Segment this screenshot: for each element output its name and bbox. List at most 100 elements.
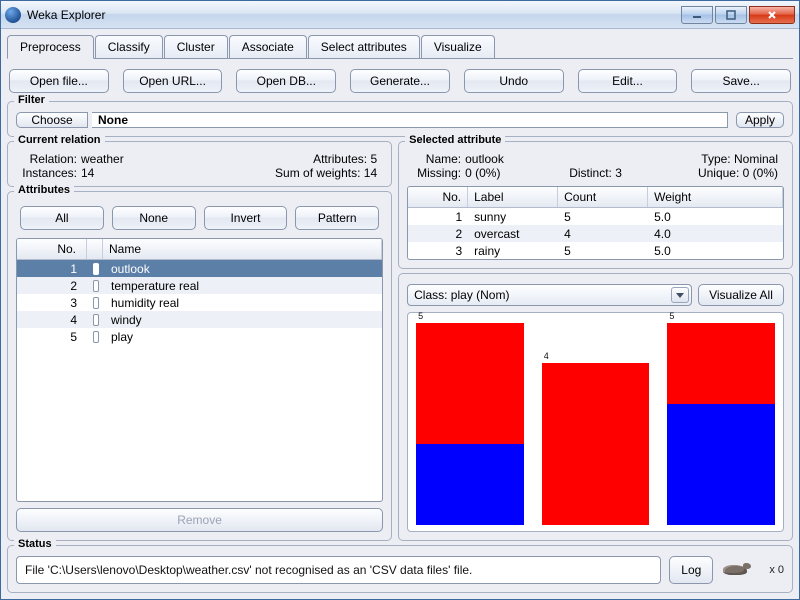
tab-preprocess[interactable]: Preprocess [7, 35, 94, 59]
attr-hdr-name[interactable]: Name [103, 239, 382, 259]
selattr-missing-v: 0 (0%) [465, 166, 500, 180]
histogram-bar-label: 5 [669, 312, 674, 321]
generate-button[interactable]: Generate... [350, 69, 450, 93]
top-buttons: Open file... Open URL... Open DB... Gene… [7, 65, 793, 97]
attr-row-name: outlook [105, 261, 382, 277]
selattr-row-count: 5 [558, 243, 648, 259]
selattr-row-weight: 4.0 [648, 226, 783, 242]
status-group: Status File 'C:\Users\lenovo\Desktop\wea… [7, 545, 793, 593]
tab-visualize[interactable]: Visualize [421, 35, 495, 58]
selattr-distinct-k: Distinct: [569, 166, 612, 180]
selattr-name-k: Name: [413, 152, 461, 166]
close-button[interactable] [749, 6, 795, 24]
attr-row-name: play [105, 329, 382, 345]
selattr-name-v: outlook [465, 152, 504, 166]
remove-button[interactable]: Remove [16, 508, 383, 532]
selattr-type-v: Nominal [734, 152, 778, 166]
attr-row-checkbox[interactable] [87, 279, 105, 293]
selattr-hdr-label[interactable]: Label [468, 187, 558, 207]
attribute-row[interactable]: 1 outlook [17, 260, 382, 277]
selattr-row-no: 3 [408, 243, 468, 259]
titlebar: Weka Explorer [1, 1, 799, 29]
relation-value: weather [81, 152, 124, 166]
selattr-row-label: rainy [468, 243, 558, 259]
attr-row-checkbox[interactable] [87, 313, 105, 327]
attr-row-checkbox[interactable] [87, 296, 105, 310]
window-title: Weka Explorer [27, 8, 679, 22]
histogram-bar[interactable]: 5 [416, 323, 524, 525]
filter-text[interactable]: None [92, 112, 728, 128]
selattr-row-weight: 5.0 [648, 243, 783, 259]
attr-hdr-check[interactable] [87, 239, 103, 259]
save-button[interactable]: Save... [691, 69, 791, 93]
filter-choose-button[interactable]: Choose [16, 112, 88, 128]
histogram-segment [667, 404, 775, 525]
selattr-type-k: Type: [701, 152, 730, 166]
open-file-button[interactable]: Open file... [9, 69, 109, 93]
selattr-row-no: 1 [408, 209, 468, 225]
current-relation-group: Current relation Relation:weather Instan… [7, 141, 392, 187]
histogram-bar-label: 4 [544, 352, 549, 361]
selattr-hdr-weight[interactable]: Weight [648, 187, 783, 207]
minimize-button[interactable] [681, 6, 713, 24]
attr-invert-button[interactable]: Invert [204, 206, 288, 230]
attribute-histogram[interactable]: 545 [407, 312, 784, 532]
visualization-group: Class: play (Nom) Visualize All 545 [398, 273, 793, 541]
histogram-segment [542, 363, 650, 525]
histogram-segment [667, 323, 775, 404]
sow-value: 14 [364, 166, 377, 180]
attr-all-button[interactable]: All [20, 206, 104, 230]
relation-key: Relation: [22, 152, 77, 166]
histogram-bar[interactable]: 4 [542, 363, 650, 525]
selected-attribute-table: No. Label Count Weight 1sunny55.02overca… [407, 186, 784, 260]
selattr-hdr-no[interactable]: No. [408, 187, 468, 207]
instances-value: 14 [81, 166, 94, 180]
open-url-button[interactable]: Open URL... [123, 69, 223, 93]
attr-row-no: 1 [17, 261, 87, 277]
attr-row-checkbox[interactable] [87, 330, 105, 344]
attr-row-name: temperature real [105, 278, 382, 294]
attributes-value: 5 [370, 152, 377, 166]
class-combo-value: Class: play (Nom) [414, 288, 509, 302]
attr-row-no: 4 [17, 312, 87, 328]
tab-associate[interactable]: Associate [229, 35, 307, 58]
weka-explorer-window: Weka Explorer Preprocess Classify Cluste… [0, 0, 800, 600]
selected-attribute-legend: Selected attribute [405, 134, 505, 146]
undo-button[interactable]: Undo [464, 69, 564, 93]
selattr-hdr-count[interactable]: Count [558, 187, 648, 207]
tab-select-attributes[interactable]: Select attributes [308, 35, 420, 58]
chevron-down-icon[interactable] [671, 287, 689, 303]
histogram-segment [416, 323, 524, 444]
selattr-row[interactable]: 2overcast44.0 [408, 225, 783, 242]
tab-classify[interactable]: Classify [95, 35, 163, 58]
attribute-row[interactable]: 5play [17, 328, 382, 345]
selattr-row[interactable]: 1sunny55.0 [408, 208, 783, 225]
attr-pattern-button[interactable]: Pattern [295, 206, 379, 230]
attr-row-checkbox[interactable] [87, 262, 105, 276]
log-button[interactable]: Log [669, 556, 713, 584]
current-relation-legend: Current relation [14, 134, 105, 146]
edit-button[interactable]: Edit... [578, 69, 678, 93]
class-combo[interactable]: Class: play (Nom) [407, 284, 692, 306]
attr-none-button[interactable]: None [112, 206, 196, 230]
visualize-all-button[interactable]: Visualize All [698, 284, 784, 306]
weka-icon [5, 7, 21, 23]
attribute-row[interactable]: 3humidity real [17, 294, 382, 311]
histogram-bar[interactable]: 5 [667, 323, 775, 525]
attributes-legend: Attributes [14, 184, 74, 196]
maximize-button[interactable] [715, 6, 747, 24]
attr-hdr-no[interactable]: No. [17, 239, 87, 259]
attribute-row[interactable]: 2 temperature real [17, 277, 382, 294]
status-text: File 'C:\Users\lenovo\Desktop\weather.cs… [16, 556, 661, 584]
selattr-row[interactable]: 3rainy55.0 [408, 242, 783, 259]
filter-apply-button[interactable]: Apply [736, 112, 784, 128]
sow-key: Sum of weights: [275, 166, 360, 180]
selattr-distinct-v: 3 [615, 166, 622, 180]
attr-row-no: 3 [17, 295, 87, 311]
tab-cluster[interactable]: Cluster [164, 35, 228, 58]
histogram-segment [416, 444, 524, 525]
attribute-row[interactable]: 4windy [17, 311, 382, 328]
attr-row-no: 2 [17, 278, 87, 294]
tabstrip: Preprocess Classify Cluster Associate Se… [1, 29, 799, 58]
open-db-button[interactable]: Open DB... [236, 69, 336, 93]
